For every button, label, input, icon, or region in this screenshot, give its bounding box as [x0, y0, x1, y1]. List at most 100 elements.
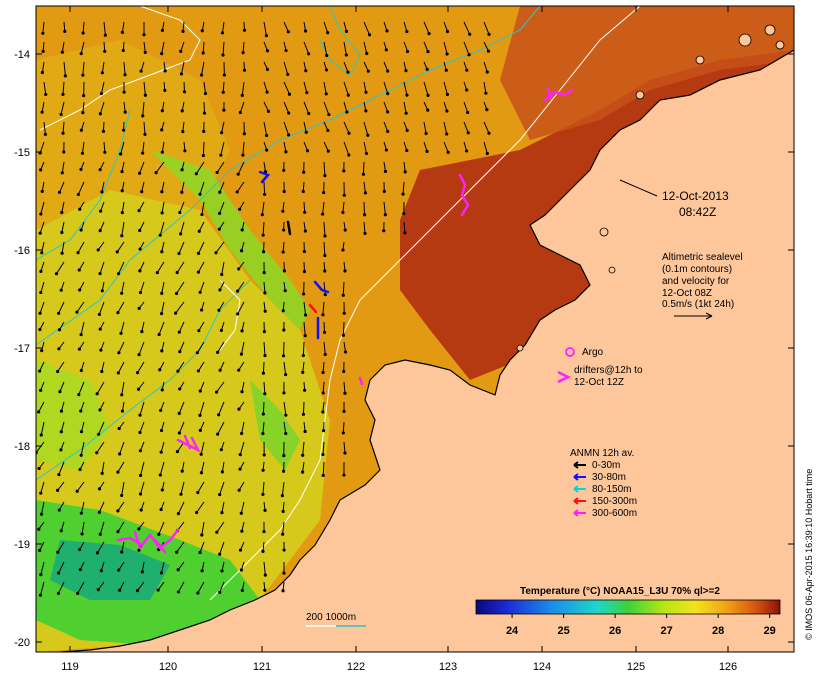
velocity-arrow-head — [176, 590, 181, 594]
velocity-arrow-head — [238, 110, 242, 115]
colorbar-tick-label: 28 — [712, 625, 724, 637]
velocity-arrow-head — [240, 588, 244, 593]
velocity-arrow-head — [237, 407, 241, 411]
velocity-arrow-head — [200, 308, 204, 312]
velocity-arrow-head — [465, 149, 469, 153]
velocity-arrow-head — [263, 573, 267, 577]
velocity-arrow-head — [100, 190, 104, 194]
velocity-arrow-head — [425, 149, 429, 153]
colorbar-gradient — [475, 599, 781, 615]
velocity-arrow-head — [284, 150, 288, 154]
velocity-arrow-head — [405, 93, 409, 97]
velocity-arrow-head — [301, 470, 305, 474]
velocity-arrow-head — [142, 33, 146, 37]
velocity-arrow-head — [237, 488, 241, 492]
velocity-arrow-head — [63, 29, 67, 34]
velocity-arrow-head — [176, 369, 180, 373]
velocity-arrow-head — [116, 530, 120, 534]
velocity-arrow-head — [160, 128, 164, 132]
velocity-arrow-head — [466, 131, 470, 135]
velocity-arrow-head — [82, 93, 86, 98]
velocity-arrow-head — [219, 448, 223, 452]
velocity-arrow-head — [38, 311, 42, 315]
velocity-arrow-head — [195, 510, 199, 515]
velocity-arrow-head — [57, 472, 61, 477]
velocity-arrow-head — [119, 152, 123, 156]
velocity-arrow-head — [240, 93, 244, 97]
anmn-item-label: 30-80m — [592, 472, 626, 483]
velocity-arrow-head — [262, 453, 266, 457]
velocity-arrow-head — [302, 249, 306, 254]
velocity-arrow-head — [342, 369, 346, 374]
lon-tick-label: 120 — [159, 661, 177, 673]
velocity-arrow-head — [160, 211, 164, 215]
velocity-arrow-head — [39, 212, 43, 216]
velocity-arrow-head — [235, 289, 240, 293]
velocity-arrow-head — [177, 251, 181, 256]
velocity-arrow-head — [159, 311, 164, 316]
velocity-arrow-head — [282, 168, 286, 172]
velocity-arrow-head — [323, 174, 327, 178]
velocity-arrow-head — [198, 290, 202, 294]
velocity-arrow-head — [138, 449, 143, 453]
velocity-arrow-head — [80, 532, 84, 536]
velocity-arrow-head — [198, 389, 202, 393]
velocity-arrow-head — [81, 31, 85, 35]
velocity-arrow-head — [38, 327, 42, 332]
velocity-arrow-head — [116, 371, 120, 375]
velocity-arrow-head — [120, 393, 124, 397]
velocity-arrow-head — [282, 548, 286, 552]
lon-tick-label: 125 — [627, 661, 645, 673]
velocity-arrow-head — [174, 291, 179, 296]
lon-tick-label: 119 — [61, 661, 79, 673]
velocity-arrow-head — [120, 409, 125, 413]
velocity-arrow-head — [120, 210, 124, 215]
velocity-arrow — [362, 161, 365, 175]
velocity-arrow-head — [178, 210, 182, 215]
velocity-arrow-head — [180, 168, 184, 172]
credit-label: © IMOS 06-Apr-2015 16:39:10 Hobart time — [804, 469, 814, 640]
velocity-arrow-head — [141, 151, 145, 155]
velocity-arrow-head — [281, 532, 285, 536]
velocity-arrow-head — [263, 392, 267, 396]
velocity-arrow-head — [98, 271, 102, 276]
velocity-arrow-head — [100, 369, 104, 374]
velocity-arrow-head — [177, 431, 182, 435]
lat-tick-label: -18 — [14, 441, 30, 453]
velocity-arrow-head — [341, 431, 345, 435]
velocity-arrow-head — [218, 288, 222, 292]
velocity-arrow-head — [301, 453, 305, 457]
velocity-arrow — [262, 401, 265, 415]
velocity-arrow-head — [265, 67, 270, 71]
velocity-arrow-head — [197, 329, 201, 333]
velocity-arrow-head — [287, 111, 291, 115]
velocity-arrow-head — [487, 32, 491, 36]
velocity-arrow-head — [58, 390, 62, 394]
velocity-arrow-head — [426, 49, 430, 54]
velocity-arrow-head — [116, 311, 120, 315]
velocity-arrow-head — [465, 88, 469, 92]
velocity-arrow-head — [79, 453, 83, 457]
lon-tick-label: 126 — [719, 661, 737, 673]
velocity-arrow-head — [326, 31, 330, 35]
velocity-arrow-head — [180, 109, 184, 113]
velocity-arrow-head — [303, 210, 307, 214]
velocity-arrow-head — [139, 69, 143, 73]
velocity-arrow-head — [136, 387, 141, 391]
velocity-arrow-head — [40, 348, 44, 353]
velocity-arrow-head — [261, 492, 265, 496]
velocity-arrow-head — [303, 429, 307, 434]
velocity-arrow-head — [79, 332, 83, 337]
velocity-arrow-head — [97, 312, 101, 317]
velocity-arrow-head — [386, 129, 390, 134]
velocity-arrow-head — [123, 73, 127, 77]
velocity-arrow-head — [117, 568, 121, 572]
velocity-arrow-head — [321, 313, 325, 317]
velocity-arrow-head — [222, 73, 226, 77]
velocity-arrow-head — [261, 431, 265, 436]
velocity-arrow-head — [263, 309, 267, 313]
velocity-arrow-head — [76, 251, 80, 255]
velocity-arrow-head — [282, 269, 286, 273]
velocity-arrow-head — [342, 311, 346, 315]
velocity-arrow-head — [40, 110, 44, 114]
